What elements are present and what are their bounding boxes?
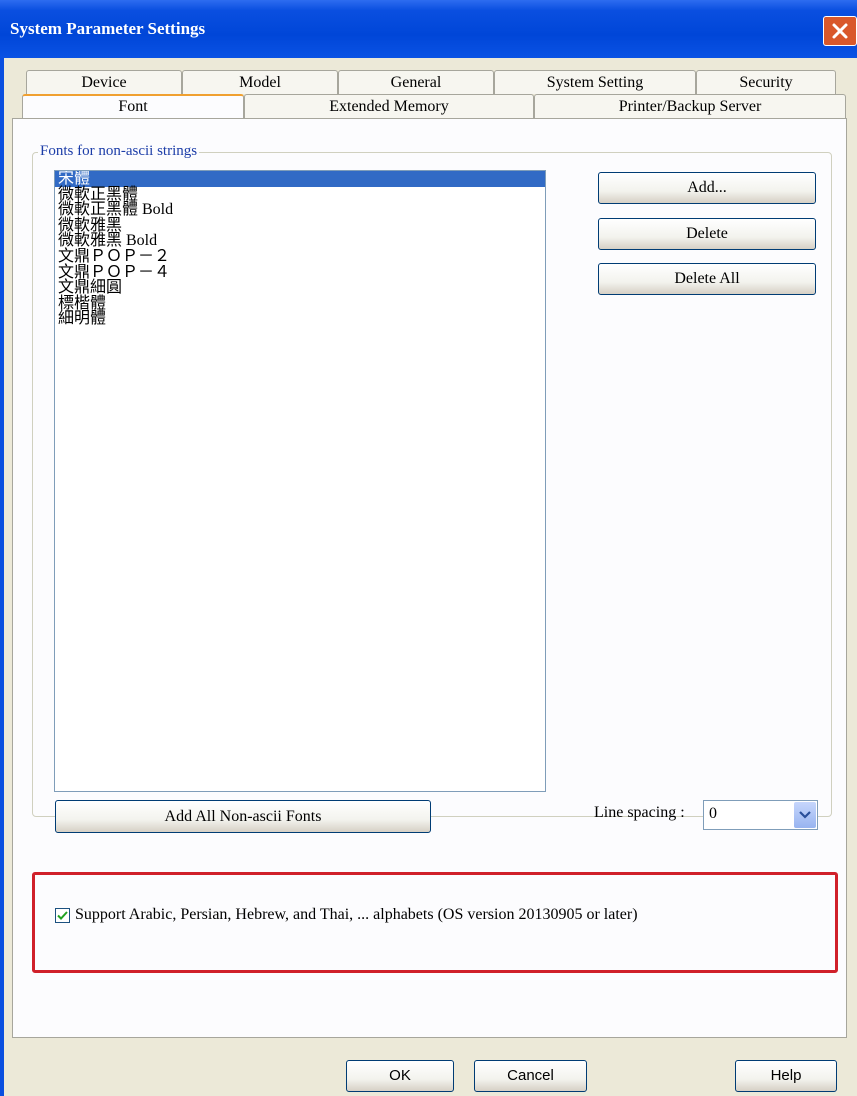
font-list-item[interactable]: 文鼎細圓 [55, 280, 545, 296]
window-title: System Parameter Settings [10, 19, 206, 38]
title-bar: System Parameter Settings [0, 0, 857, 58]
font-list-item[interactable]: 宋體 [55, 171, 545, 187]
font-list-item[interactable]: 微軟正黑體 [55, 186, 545, 203]
ok-button[interactable]: OK [346, 1060, 454, 1092]
line-spacing-value: 0 [709, 805, 717, 822]
tab-row-bottom: Font Extended Memory Printer/Backup Serv… [0, 94, 857, 119]
close-button[interactable] [823, 16, 857, 46]
line-spacing-label: Line spacing : [594, 804, 685, 821]
chevron-down-icon [799, 811, 811, 819]
checkmark-icon [57, 911, 68, 920]
tab-security[interactable]: Security [696, 70, 836, 94]
font-list-item[interactable]: 標楷體 [55, 295, 545, 312]
font-list-item[interactable]: 細明體 [55, 311, 545, 327]
tab-model[interactable]: Model [182, 70, 338, 94]
font-list-item[interactable]: 文鼎ＰＯＰ－２ [55, 249, 545, 265]
delete-all-button[interactable]: Delete All [598, 263, 816, 295]
help-button[interactable]: Help [735, 1060, 837, 1092]
dialog-window: System Parameter Settings Device Model G… [0, 0, 857, 1096]
tab-extended-memory[interactable]: Extended Memory [244, 94, 534, 118]
font-list-item[interactable]: 微軟雅黑 Bold [55, 233, 545, 249]
delete-font-button[interactable]: Delete [598, 218, 816, 250]
font-list-item[interactable]: 微軟正黑體 Bold [55, 202, 545, 218]
font-listbox[interactable]: 宋體 微軟正黑體 微軟正黑體 Bold 微軟雅黑 微軟雅黑 Bold 文鼎ＰＯＰ… [54, 170, 546, 792]
add-all-non-ascii-fonts-button[interactable]: Add All Non-ascii Fonts [55, 800, 431, 833]
close-icon [832, 23, 848, 39]
tab-font[interactable]: Font [22, 94, 244, 119]
fonts-group-legend: Fonts for non-ascii strings [38, 143, 200, 160]
tab-system-setting[interactable]: System Setting [494, 70, 696, 94]
support-alphabets-label: Support Arabic, Persian, Hebrew, and Tha… [75, 906, 638, 923]
line-spacing-dropdown-button[interactable] [794, 802, 816, 828]
tab-row-top: Device Model General System Setting Secu… [0, 70, 857, 94]
font-list-item[interactable]: 文鼎ＰＯＰ－４ [55, 264, 545, 281]
tab-printer-backup-server[interactable]: Printer/Backup Server [534, 94, 846, 118]
line-spacing-select[interactable]: 0 [703, 800, 818, 830]
add-font-button[interactable]: Add... [598, 172, 816, 204]
support-alphabets-checkbox[interactable] [55, 908, 70, 923]
window-left-edge [0, 58, 4, 1096]
tab-general[interactable]: General [338, 70, 494, 94]
cancel-button[interactable]: Cancel [474, 1060, 587, 1092]
tab-device[interactable]: Device [26, 70, 182, 94]
